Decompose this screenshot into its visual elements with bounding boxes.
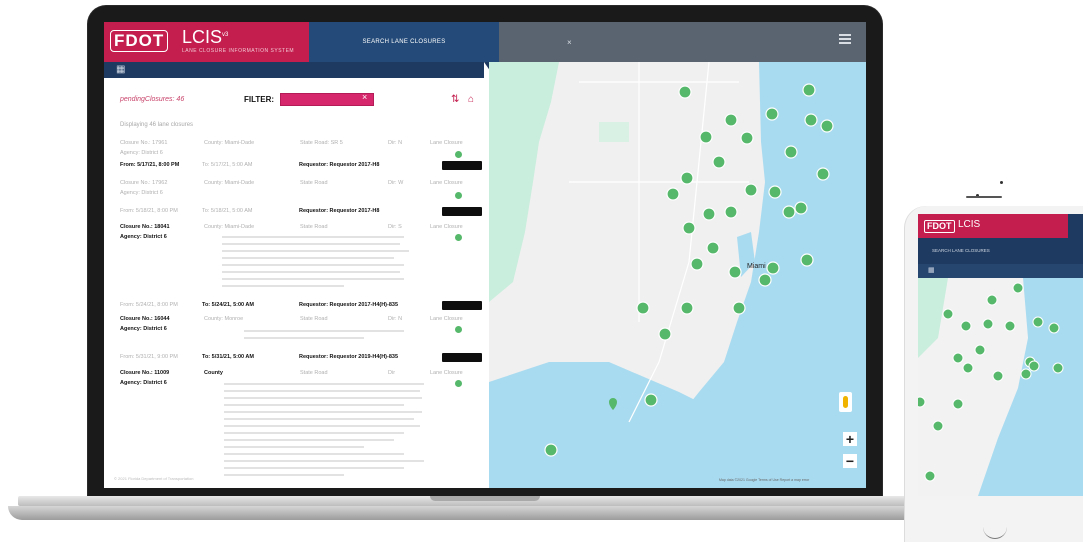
closure-marker (758, 273, 772, 287)
closure-marker (768, 185, 782, 199)
description-text-lines (222, 236, 424, 476)
closure-marker (712, 155, 726, 169)
city-label: Miami (747, 263, 766, 270)
header-right (499, 22, 866, 62)
sub-toolbar: ▦ (104, 62, 484, 78)
closure-marker (804, 113, 818, 127)
phone-speaker (966, 196, 1002, 198)
fdot-logo[interactable]: FDOT (110, 30, 169, 52)
map-view[interactable] (489, 62, 866, 488)
closure-marker (680, 171, 694, 185)
calendar-icon[interactable]: ▦ (116, 64, 125, 75)
tab-search-lane-closures[interactable]: SEARCH LANE CLOSURES (918, 238, 1083, 264)
zoom-in-button[interactable]: + (843, 432, 857, 446)
closure-marker (706, 241, 720, 255)
zoom-out-button[interactable]: − (843, 454, 857, 468)
calendar-icon[interactable]: ▦ (928, 266, 935, 274)
closure-marker (682, 221, 696, 235)
menu-area[interactable] (1068, 214, 1083, 238)
closure-marker (728, 265, 742, 279)
closure-marker (680, 301, 694, 315)
closure-marker (744, 183, 758, 197)
closure-marker (724, 113, 738, 127)
app-title: LCIS (958, 219, 981, 230)
closure-marker (820, 119, 834, 133)
closure-marker (765, 107, 779, 121)
closure-marker (702, 207, 716, 221)
closure-marker (658, 327, 672, 341)
closure-marker (636, 301, 650, 315)
app-header: FDOT LCISv3 LANE CLOSURE INFORMATION SYS… (104, 22, 866, 62)
phone-screen: FDOT LCIS SEARCH LANE CLOSURES ▦ (918, 214, 1083, 496)
phone-map-view[interactable] (918, 278, 1083, 496)
phone-map-canvas (918, 278, 1083, 496)
app-subtitle: LANE CLOSURE INFORMATION SYSTEM (182, 48, 295, 54)
brand-area: FDOT LCISv3 LANE CLOSURE INFORMATION SYS… (104, 22, 309, 62)
footer-text: © 2021 Florida Department of Transportat… (114, 476, 194, 481)
closure-marker (544, 443, 558, 457)
closure-marker (724, 205, 738, 219)
street-view-icon[interactable] (839, 392, 852, 412)
close-icon[interactable]: × (567, 38, 572, 47)
fdot-logo[interactable]: FDOT (924, 220, 955, 233)
tab-search-lane-closures[interactable]: SEARCH LANE CLOSURES (309, 22, 499, 62)
laptop-screen: FDOT LCISv3 LANE CLOSURE INFORMATION SYS… (104, 22, 866, 488)
closure-marker (794, 201, 808, 215)
closure-marker (816, 167, 830, 181)
map-attribution: Map data ©2021 Google Terms of Use Repor… (719, 478, 810, 482)
closure-marker (732, 301, 746, 315)
closure-marker (802, 83, 816, 97)
hamburger-icon[interactable] (839, 34, 851, 44)
map-marker-icon (609, 398, 617, 410)
closure-marker (678, 85, 692, 99)
closure-marker (666, 187, 680, 201)
app-title: LCISv3 (182, 27, 229, 47)
closure-marker (800, 253, 814, 267)
closure-marker (784, 145, 798, 159)
closure-marker (782, 205, 796, 219)
phone-sub-toolbar: ▦ (918, 264, 1083, 278)
phone-app-header: FDOT LCIS (918, 214, 1083, 238)
phone-camera (1000, 181, 1003, 184)
closure-marker (690, 257, 704, 271)
closure-marker (644, 393, 658, 407)
closure-list-panel: pendingClosures: 46 FILTER: × ⇅ ⌂ Displa… (104, 78, 489, 488)
closure-markers (544, 83, 834, 457)
closure-marker (740, 131, 754, 145)
closure-marker (766, 261, 780, 275)
closure-marker (699, 130, 713, 144)
